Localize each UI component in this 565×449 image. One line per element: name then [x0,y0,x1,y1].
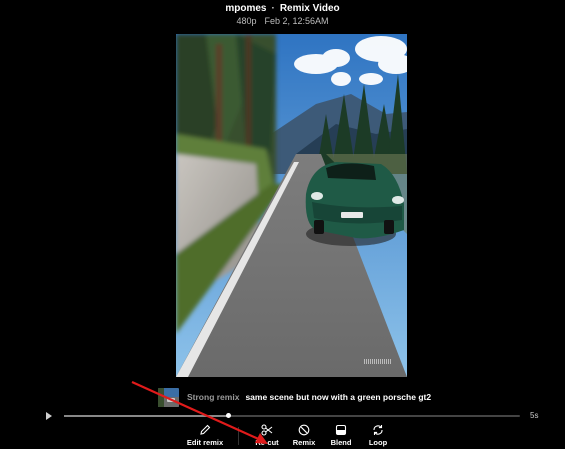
remix-strength-badge: Strong remix [187,392,240,402]
scissors-icon [261,423,273,436]
video-type: Remix Video [279,3,340,14]
source-thumbnail[interactable] [158,387,179,407]
remix-prompt: same scene but now with a green porsche … [245,392,432,402]
edit-remix-label: Edit remix [186,438,224,447]
seek-track[interactable] [64,413,520,418]
loop-label: Loop [368,438,388,447]
playback-bar: 5s [40,410,565,424]
video-frame[interactable] [176,34,407,377]
duration-label: 5s [530,411,539,420]
video-meta: 480p Feb 2, 12:56AM [0,16,565,26]
remix-caption: Strong remix same scene but now with a g… [158,387,431,407]
remix-icon [298,424,310,435]
loop-button[interactable]: Loop [353,423,403,447]
video-title: mpomes · Remix Video [0,3,565,14]
seek-progress [64,415,229,417]
author-name[interactable]: mpomes [225,3,266,14]
resolution-label: 480p [236,16,257,26]
title-separator: · [271,3,275,14]
pencil-icon [200,424,211,435]
play-icon[interactable] [46,412,52,420]
seek-handle[interactable] [226,413,232,418]
edit-remix-button[interactable]: Edit remix [180,423,230,447]
toolbar-divider [238,427,239,445]
blend-icon [335,424,347,435]
loop-icon [373,424,383,435]
video-actions-toolbar: Edit remix Re-cut Remix Blend Loop [180,423,410,449]
date-label: Feb 2, 12:56AM [264,16,329,26]
